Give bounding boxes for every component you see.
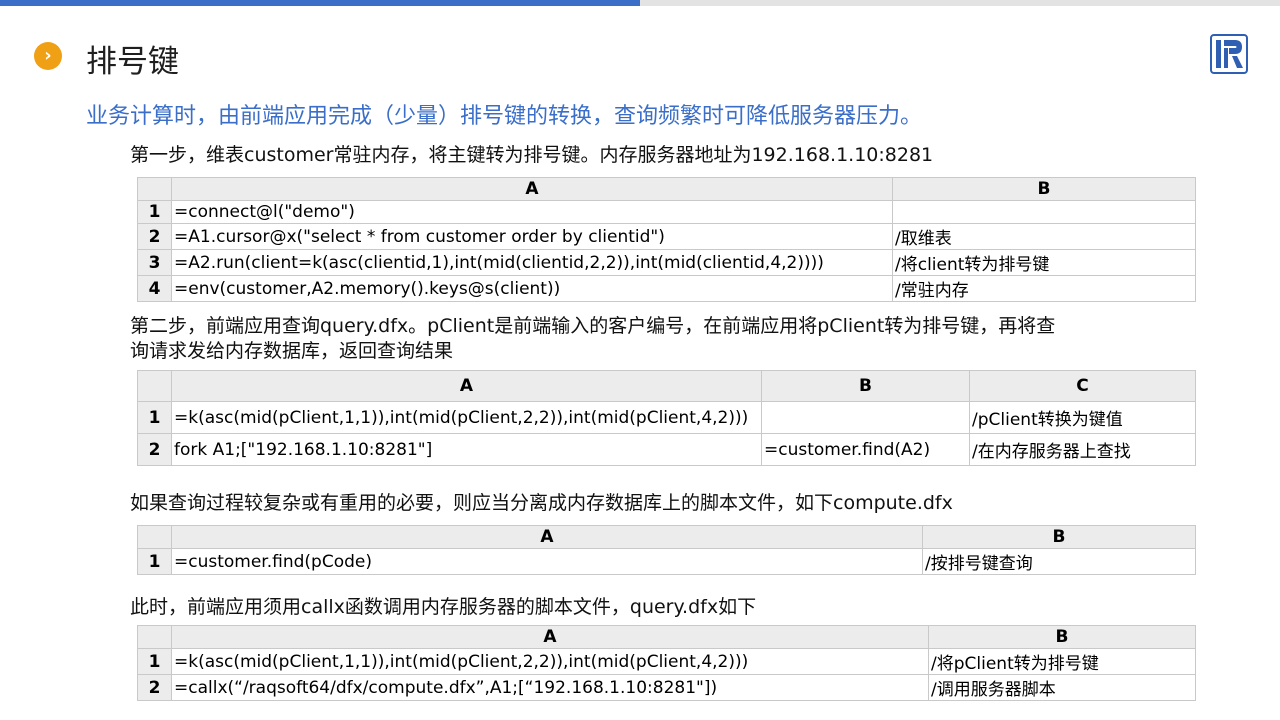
- step4-text: 此时，前端应用须用callx函数调用内存服务器的脚本文件，query.dfx如下: [130, 596, 757, 618]
- cell[interactable]: =k(asc(mid(pClient,1,1)),int(mid(pClient…: [171, 648, 929, 675]
- table-row: 1 =k(asc(mid(pClient,1,1)),int(mid(pClie…: [137, 401, 1196, 434]
- row-number: 1: [137, 648, 172, 675]
- top-accent-bar: [0, 0, 640, 6]
- cell[interactable]: /按排号键查询: [922, 548, 1196, 575]
- column-header: C: [969, 370, 1196, 402]
- table-row: 2 =callx(“/raqsoft64/dfx/compute.dfx”,A1…: [137, 674, 1196, 701]
- table-row: 3 =A2.run(client=k(asc(clientid,1),int(m…: [137, 249, 1196, 276]
- cell[interactable]: /将client转为排号键: [892, 249, 1196, 276]
- corner-cell: [137, 370, 172, 402]
- chevron-right-icon: ›: [34, 42, 62, 70]
- table-row: 1 =k(asc(mid(pClient,1,1)),int(mid(pClie…: [137, 648, 1196, 675]
- cell[interactable]: =connect@l("demo"): [171, 200, 893, 224]
- cell[interactable]: /将pClient转为排号键: [928, 648, 1196, 675]
- row-number: 3: [137, 249, 172, 276]
- cell[interactable]: =k(asc(mid(pClient,1,1)),int(mid(pClient…: [171, 401, 762, 434]
- row-number: 2: [137, 674, 172, 701]
- cell[interactable]: fork A1;["192.168.1.10:8281"]: [171, 433, 762, 466]
- table-row: 1 =connect@l("demo"): [137, 200, 1196, 224]
- step3-text: 如果查询过程较复杂或有重用的必要，则应当分离成内存数据库上的脚本文件，如下com…: [130, 492, 953, 514]
- step2-text-line2: 询请求发给内存数据库，返回查询结果: [130, 340, 454, 362]
- cell[interactable]: [892, 200, 1196, 224]
- column-header: A: [171, 370, 762, 402]
- step4-table: A B 1 =k(asc(mid(pClient,1,1)),int(mid(p…: [137, 625, 1196, 701]
- cell[interactable]: /调用服务器脚本: [928, 674, 1196, 701]
- page-title: 排号键: [86, 44, 179, 80]
- column-header: B: [892, 177, 1196, 201]
- table-row: 2 fork A1;["192.168.1.10:8281"] =custome…: [137, 433, 1196, 466]
- row-number: 1: [137, 200, 172, 224]
- corner-cell: [137, 177, 172, 201]
- column-header: B: [922, 525, 1196, 549]
- row-number: 4: [137, 275, 172, 302]
- cell[interactable]: =customer.find(pCode): [171, 548, 923, 575]
- row-number: 1: [137, 401, 172, 434]
- column-header: A: [171, 525, 923, 549]
- step2-table: A B C 1 =k(asc(mid(pClient,1,1)),int(mid…: [137, 370, 1196, 466]
- cell[interactable]: /常驻内存: [892, 275, 1196, 302]
- table-row: 1 =customer.find(pCode) /按排号键查询: [137, 548, 1196, 575]
- step3-table: A B 1 =customer.find(pCode) /按排号键查询: [137, 525, 1196, 575]
- row-number: 1: [137, 548, 172, 575]
- row-number: 2: [137, 223, 172, 250]
- cell[interactable]: =A2.run(client=k(asc(clientid,1),int(mid…: [171, 249, 893, 276]
- page-subtitle: 业务计算时，由前端应用完成（少量）排号键的转换，查询频繁时可降低服务器压力。: [86, 104, 923, 129]
- cell[interactable]: /在内存服务器上查找: [969, 433, 1196, 466]
- cell[interactable]: [761, 401, 970, 434]
- cell[interactable]: =A1.cursor@x("select * from customer ord…: [171, 223, 893, 250]
- cell[interactable]: =customer.find(A2): [761, 433, 970, 466]
- cell[interactable]: =env(customer,A2.memory().keys@s(client)…: [171, 275, 893, 302]
- table-row: 4 =env(customer,A2.memory().keys@s(clien…: [137, 275, 1196, 302]
- raqsoft-logo-icon: [1210, 34, 1248, 74]
- row-number: 2: [137, 433, 172, 466]
- column-header: A: [171, 625, 929, 649]
- step1-table: A B 1 =connect@l("demo") 2 =A1.cursor@x(…: [137, 177, 1196, 302]
- column-header: A: [171, 177, 893, 201]
- corner-cell: [137, 625, 172, 649]
- cell[interactable]: =callx(“/raqsoft64/dfx/compute.dfx”,A1;[…: [171, 674, 929, 701]
- column-header: B: [928, 625, 1196, 649]
- cell[interactable]: /pClient转换为键值: [969, 401, 1196, 434]
- step2-text-line1: 第二步，前端应用查询query.dfx。pClient是前端输入的客户编号，在前…: [130, 315, 1056, 337]
- table-row: 2 =A1.cursor@x("select * from customer o…: [137, 223, 1196, 250]
- step1-text: 第一步，维表customer常驻内存，将主键转为排号键。内存服务器地址为192.…: [130, 144, 934, 166]
- cell[interactable]: /取维表: [892, 223, 1196, 250]
- column-header: B: [761, 370, 970, 402]
- top-gray-bar: [640, 0, 1280, 6]
- corner-cell: [137, 525, 172, 549]
